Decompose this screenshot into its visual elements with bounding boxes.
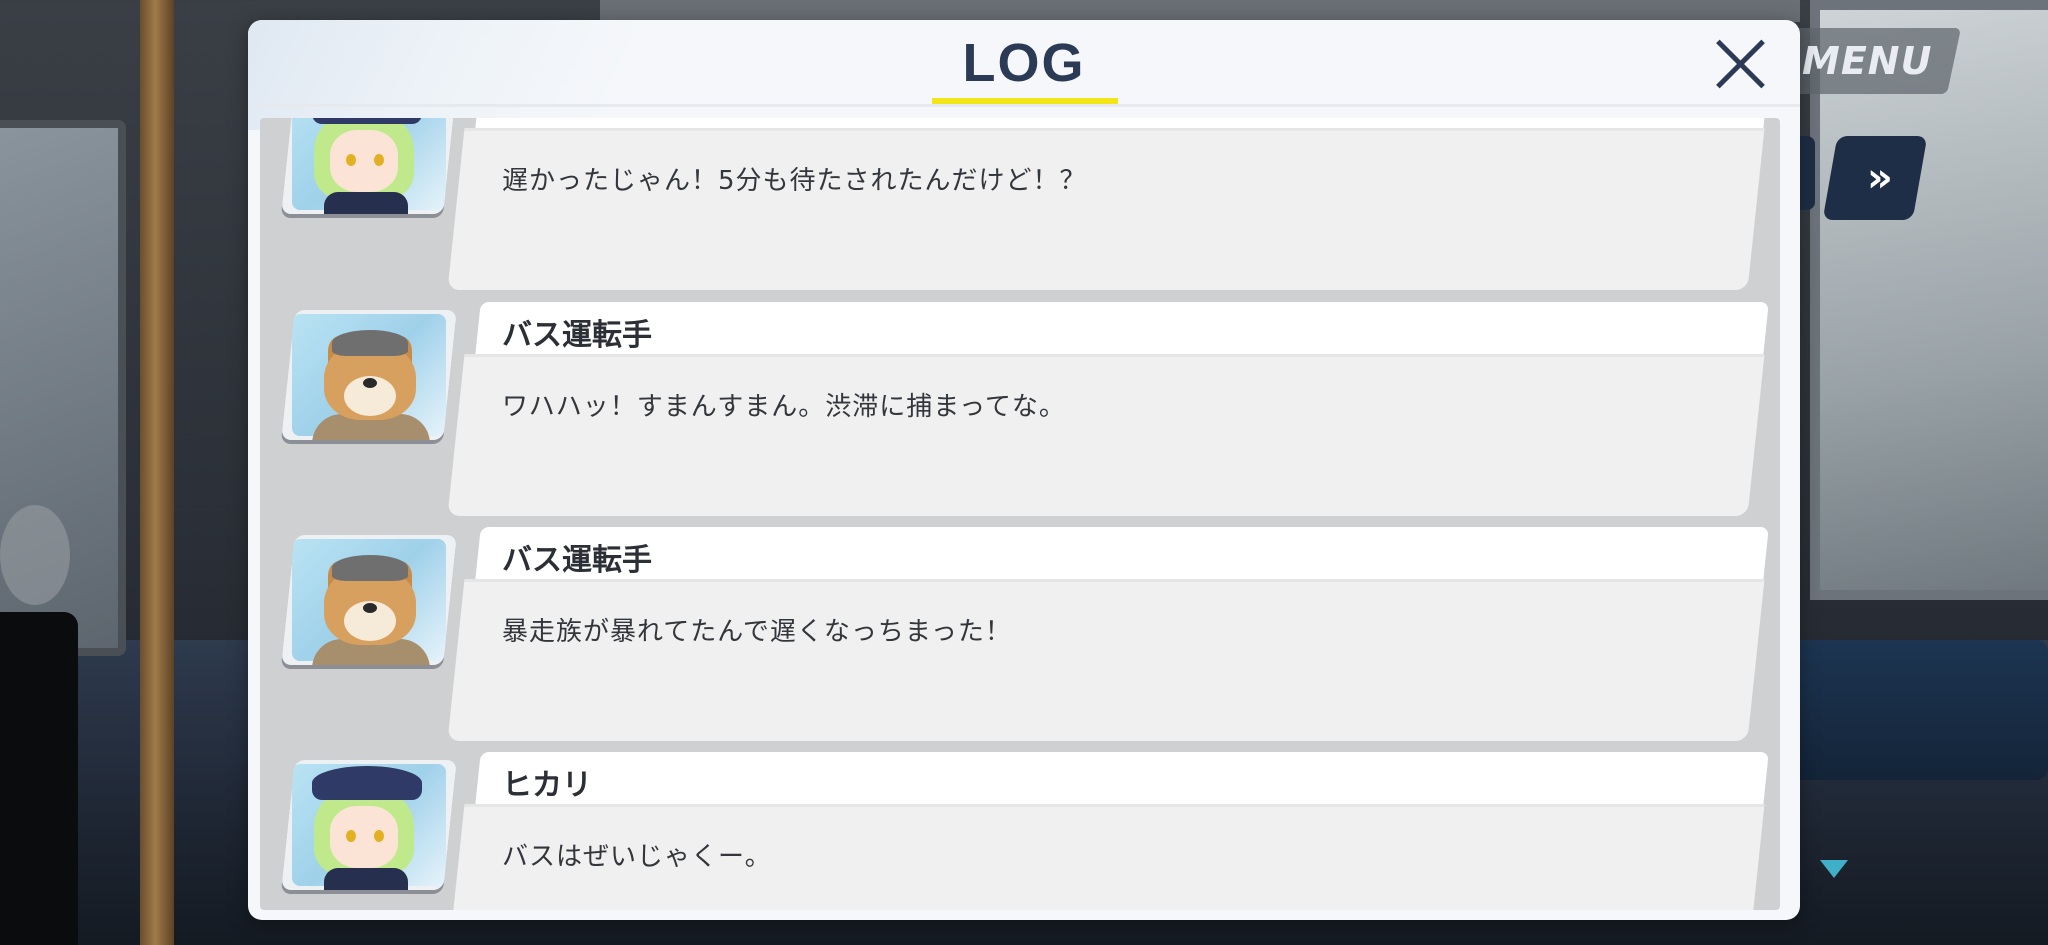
log-entry: ヒカリ バスはぜいじゃくー。 (260, 752, 1780, 910)
log-panel: LOG 遅かったじゃん！5分も待たされたんだけど！？ バス運転手 ワハハッ！すま… (248, 20, 1800, 920)
speaker-name: バス運転手 (502, 543, 652, 578)
log-header: LOG (248, 20, 1800, 107)
dialogue-card (447, 128, 1765, 290)
menu-button[interactable]: MENU (1772, 28, 1962, 94)
speaker-name: ヒカリ (502, 768, 592, 803)
menu-button-label: MENU (1801, 39, 1933, 83)
fast-forward-button[interactable]: » (1822, 136, 1928, 220)
fast-forward-icon: » (1867, 155, 1883, 201)
header-divider (248, 104, 1800, 107)
log-entry: 遅かったじゃん！5分も待たされたんだけど！？ (260, 118, 1780, 290)
log-list[interactable]: 遅かったじゃん！5分も待たされたんだけど！？ バス運転手 ワハハッ！すまんすまん… (260, 118, 1780, 910)
dialogue-text: 遅かったじゃん！5分も待たされたんだけど！？ (502, 166, 1087, 196)
bus-driver-portrait (281, 310, 457, 440)
background-pole (140, 0, 174, 945)
log-title: LOG (962, 33, 1086, 93)
next-arrow-icon (1820, 860, 1848, 878)
speaker-name-card (475, 302, 1769, 356)
background-sign (0, 505, 70, 605)
dialogue-card (447, 579, 1765, 741)
dialogue-text: ワハハッ！すまんすまん。渋滞に捕まってな。 (502, 392, 1066, 422)
speaker-name: バス運転手 (502, 318, 652, 353)
speaker-name-card (475, 527, 1769, 581)
log-entry: バス運転手 暴走族が暴れてたんで遅くなっちまった！ (260, 527, 1780, 741)
background-ceiling (600, 0, 1800, 22)
dialogue-text: 暴走族が暴れてたんで遅くなっちまった！ (502, 617, 1012, 647)
speaker-name-card (475, 752, 1769, 806)
background-dark-panel (0, 612, 78, 945)
close-button[interactable] (1710, 34, 1770, 94)
dialogue-card (447, 354, 1765, 516)
hikari-portrait (281, 118, 457, 214)
bus-driver-portrait (281, 535, 457, 665)
log-entry: バス運転手 ワハハッ！すまんすまん。渋滞に捕まってな。 (260, 302, 1780, 516)
dialogue-text: バスはぜいじゃくー。 (502, 842, 772, 872)
hikari-portrait (281, 760, 457, 890)
